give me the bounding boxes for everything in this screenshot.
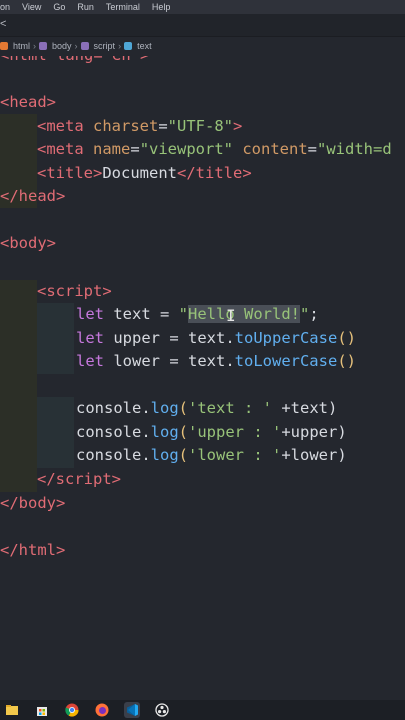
code-line-title: <title>Document</title> bbox=[37, 164, 252, 182]
code-line-body-close: </body> bbox=[0, 494, 66, 512]
tab-scroll-left-icon[interactable]: < bbox=[0, 18, 6, 30]
code-editor[interactable]: <html lang="en"> <head> <meta charset="U… bbox=[0, 44, 405, 704]
code-line-body-open: <body> bbox=[0, 234, 57, 252]
indent-guide bbox=[0, 280, 37, 492]
menu-item-terminal[interactable]: Terminal bbox=[106, 2, 140, 12]
indent-guide bbox=[37, 303, 74, 374]
code-line-let-text: let text = "Hello World!"; bbox=[76, 305, 319, 323]
code-line-meta-charset: <meta charset="UTF-8"> bbox=[37, 117, 243, 135]
menu-item-selection[interactable]: on bbox=[0, 2, 10, 12]
text-cursor-icon: I bbox=[226, 306, 236, 325]
obs-icon[interactable] bbox=[154, 702, 170, 718]
menu-bar: on View Go Run Terminal Help bbox=[0, 0, 405, 14]
code-line-head-open: <head> bbox=[0, 93, 57, 111]
chrome-icon[interactable] bbox=[64, 702, 80, 718]
code-line-html-open: <html lang="en"> bbox=[0, 46, 150, 64]
code-line-let-lower: let lower = text.toLowerCase() bbox=[76, 352, 356, 370]
menu-item-run[interactable]: Run bbox=[77, 2, 94, 12]
indent-guide bbox=[37, 397, 74, 468]
code-line-meta-viewport: <meta name="viewport" content="width=d bbox=[37, 140, 392, 158]
code-line-script-close: </script> bbox=[37, 470, 121, 488]
selected-text: Hello World! bbox=[188, 305, 300, 323]
menu-item-view[interactable]: View bbox=[22, 2, 41, 12]
code-line-console-upper: console.log('upper : '+upper) bbox=[76, 423, 347, 441]
file-explorer-icon[interactable] bbox=[4, 702, 20, 718]
firefox-icon[interactable] bbox=[94, 702, 110, 718]
vscode-icon[interactable] bbox=[124, 702, 140, 718]
code-line-console-lower: console.log('lower : '+lower) bbox=[76, 446, 347, 464]
code-line-script-open: <script> bbox=[37, 282, 112, 300]
editor-tab-bar bbox=[0, 14, 405, 37]
menu-item-help[interactable]: Help bbox=[152, 2, 171, 12]
code-line-console-text: console.log('text : ' +text) bbox=[76, 399, 338, 417]
code-line-html-close: </html> bbox=[0, 541, 66, 559]
taskbar bbox=[0, 700, 405, 720]
code-line-let-upper: let upper = text.toUpperCase() bbox=[76, 329, 356, 347]
code-line-head-close: </head> bbox=[0, 187, 66, 205]
menu-item-go[interactable]: Go bbox=[53, 2, 65, 12]
store-icon[interactable] bbox=[34, 702, 50, 718]
